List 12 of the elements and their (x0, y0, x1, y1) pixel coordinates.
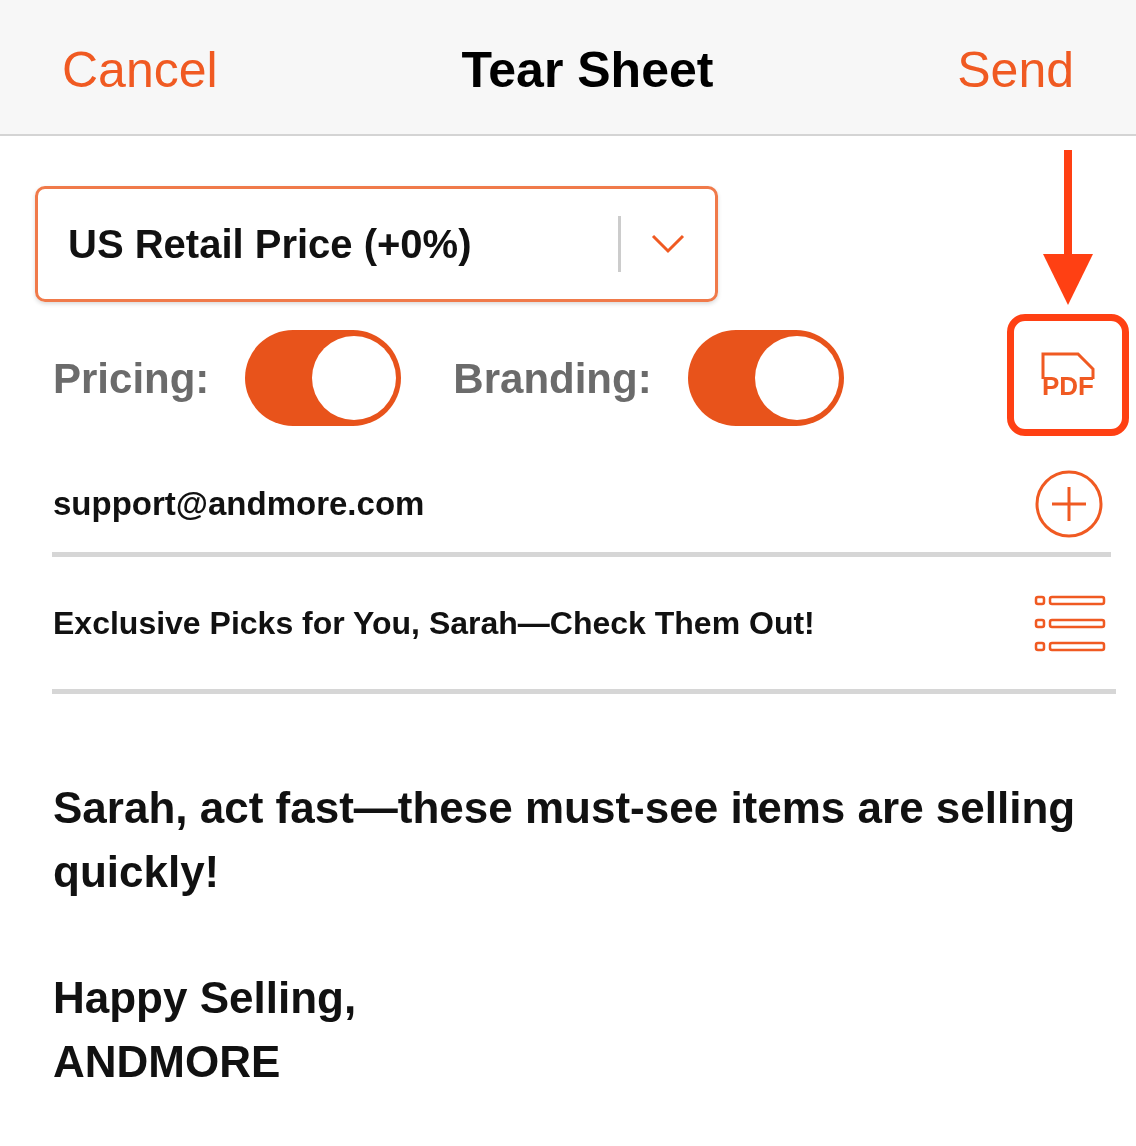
toggle-label: Pricing: (53, 353, 210, 404)
subject-field[interactable]: Exclusive Picks for You, Sarah—Check Them Out! (53, 599, 815, 647)
price-select[interactable]: US Retail Price (+0%) (35, 186, 718, 302)
toggle-label: Branding: (453, 353, 652, 404)
email-field[interactable]: support@andmore.com (53, 479, 425, 529)
select-value: US Retail Price (+0%) (68, 221, 473, 268)
message-paragraph: Happy Selling, ANDMORE (53, 972, 358, 1088)
message-paragraph: Sarah, act fast—these must-see items are selling quickly! (53, 782, 1077, 898)
page-title: Tear Sheet (461, 40, 714, 100)
add-circle-icon[interactable] (1034, 469, 1104, 539)
chevron-down-icon (651, 234, 685, 254)
list-icon[interactable] (1034, 593, 1106, 653)
